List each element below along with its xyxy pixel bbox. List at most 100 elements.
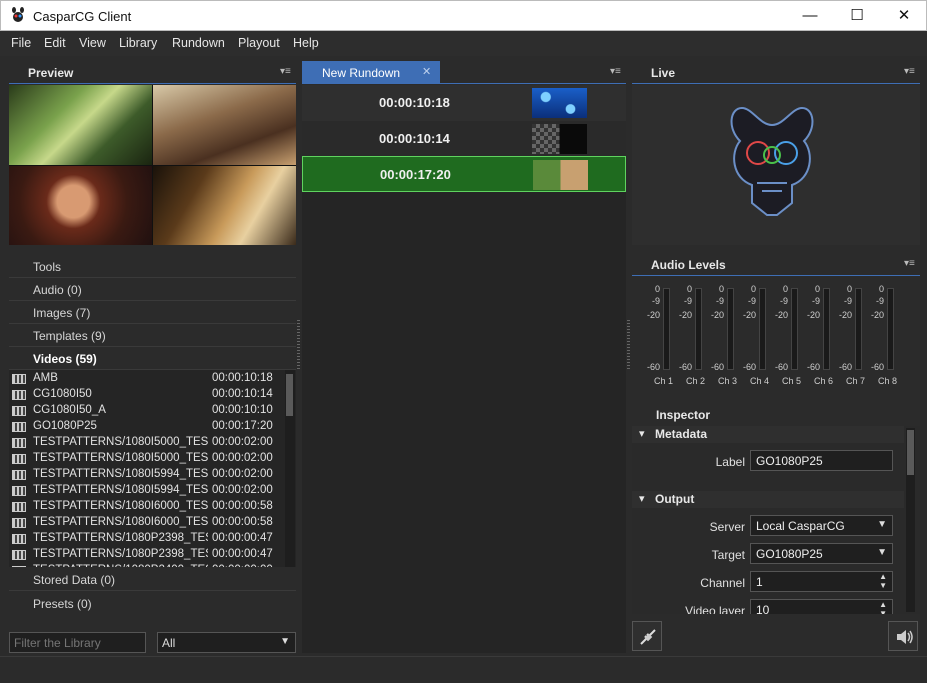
video-name: TESTPATTERNS/1080I6000_TEST... (33, 516, 208, 528)
video-list-item[interactable]: TESTPATTERNS/1080I5000_TEST... 00:00:02:0… (9, 451, 284, 467)
video-list-item[interactable]: GO1080P25 00:00:17:20 (9, 419, 284, 435)
meter-bar (759, 288, 766, 370)
video-list-item[interactable]: TESTPATTERNS/1080P2398_TEST 00:00:00:47 (9, 531, 284, 547)
menu-edit[interactable]: Edit (44, 36, 66, 50)
library-filter-input[interactable] (9, 632, 146, 653)
tab-close-icon[interactable]: ✕ (422, 65, 431, 78)
maximize-button[interactable]: ☐ (834, 1, 880, 31)
inspector-scrollbar-thumb[interactable] (907, 430, 914, 475)
film-icon (12, 566, 26, 567)
server-select[interactable]: Local CasparCG ▼ (750, 515, 893, 536)
library-audio[interactable]: Audio (0) (9, 278, 296, 301)
meter-scale-label: -9 (811, 296, 820, 306)
video-list-item[interactable]: TESTPATTERNS/1080I6000_TEST... 00:00:00:5… (9, 515, 284, 531)
channel-label: Ch 8 (878, 376, 898, 386)
panel-menu-icon[interactable]: ▾≡ (610, 66, 621, 77)
library-videos[interactable]: Videos (59) (9, 347, 296, 370)
menu-playout[interactable]: Playout (238, 36, 280, 50)
library-tools[interactable]: Tools (9, 255, 296, 278)
meter-scale-label: -60 (678, 362, 692, 372)
meter-scale-label: 0 (686, 284, 692, 294)
video-list-item[interactable]: TESTPATTERNS/1080P2398_TES... 00:00:00:47 (9, 547, 284, 563)
menu-rundown[interactable]: Rundown (172, 36, 225, 50)
target-select[interactable]: GO1080P25 ▼ (750, 543, 893, 564)
title-bar: CasparCG Client — ☐ ✕ (0, 0, 927, 31)
metadata-section[interactable]: ▾ Metadata (632, 426, 904, 443)
label-input[interactable]: GO1080P25 (750, 450, 893, 471)
video-list-item[interactable]: TESTPATTERNS/1080I5000_TEST 00:00:02:00 (9, 435, 284, 451)
library-images[interactable]: Images (7) (9, 301, 296, 324)
library-templates[interactable]: Templates (9) (9, 324, 296, 347)
panel-menu-icon[interactable]: ▾≡ (280, 66, 291, 77)
meter-scale-label: 0 (878, 284, 884, 294)
audio-meter: 0 -9 -20 -60 (834, 284, 866, 374)
splitter-left[interactable] (297, 320, 300, 370)
video-name: TESTPATTERNS/1080I5994_TEST... (33, 484, 208, 496)
channel-label: Ch 2 (686, 376, 706, 386)
chevron-down-icon: ▼ (877, 519, 887, 530)
menu-file[interactable]: File (11, 36, 31, 50)
spin-arrows-icon[interactable]: ▲ ▼ (879, 572, 887, 590)
preview-quad-4 (153, 166, 296, 245)
video-list-item[interactable]: CG1080I50_A 00:00:10:10 (9, 403, 284, 419)
meter-scale-label: -20 (870, 310, 884, 320)
video-name: TESTPATTERNS/1080P2400_TEST (33, 564, 208, 567)
minimize-button[interactable]: — (787, 1, 833, 31)
meter-scale-label: -20 (838, 310, 852, 320)
video-duration: 00:00:10:18 (212, 372, 273, 384)
video-list-item[interactable]: AMB 00:00:10:18 (9, 371, 284, 387)
panel-menu-icon[interactable]: ▾≡ (904, 258, 915, 269)
audio-levels-header: Audio Levels ▾≡ (632, 252, 920, 276)
meter-bar (727, 288, 734, 370)
meter-bar (663, 288, 670, 370)
layer-spinbox[interactable]: 10 ▲ ▼ (750, 599, 893, 614)
status-bar (0, 656, 927, 683)
menu-library[interactable]: Library (119, 36, 157, 50)
video-name: AMB (33, 372, 58, 384)
audio-mute-button[interactable] (888, 621, 918, 651)
chevron-down-icon: ▼ (877, 547, 887, 558)
menu-view[interactable]: View (79, 36, 106, 50)
spin-arrows-icon[interactable]: ▲ ▼ (879, 600, 887, 614)
meter-scale-label: -9 (715, 296, 724, 306)
menu-help[interactable]: Help (293, 36, 319, 50)
video-duration: 00:00:00:00 (212, 564, 273, 567)
library-presets[interactable]: Presets (0) (9, 592, 296, 615)
video-duration: 00:00:02:00 (212, 452, 273, 464)
meter-scale-label: 0 (654, 284, 660, 294)
preview-quad-2 (153, 85, 296, 165)
rundown-item[interactable]: 00:00:10:14 (302, 121, 626, 157)
film-icon (12, 406, 26, 416)
film-icon (12, 502, 26, 512)
tab-new-rundown[interactable]: New Rundown ✕ (302, 61, 440, 83)
chevron-down-icon: ▾ (639, 493, 645, 505)
close-button[interactable]: ✕ (881, 1, 927, 31)
channel-spinbox[interactable]: 1 ▲ ▼ (750, 571, 893, 592)
chevron-down-icon: ▼ (280, 636, 290, 647)
layer-row-clip: Video layer 10 ▲ ▼ (632, 596, 904, 614)
panel-menu-icon[interactable]: ▾≡ (904, 66, 915, 77)
meter-scale-label: -60 (646, 362, 660, 372)
meter-scale-label: 0 (750, 284, 756, 294)
video-list-item[interactable]: TESTPATTERNS/1080I5994_TEST 00:00:02:00 (9, 467, 284, 483)
splitter-right[interactable] (627, 320, 630, 370)
window-title: CasparCG Client (33, 9, 132, 24)
server-caption: Server (709, 520, 745, 534)
audio-meter: 0 -9 -20 -60 (738, 284, 770, 374)
video-list-item[interactable]: TESTPATTERNS/1080I5994_TEST... 00:00:02:0… (9, 483, 284, 499)
output-section[interactable]: ▾ Output (632, 491, 904, 508)
video-list-item[interactable]: TESTPATTERNS/1080I6000_TEST 00:00:00:58 (9, 499, 284, 515)
scrollbar-thumb[interactable] (286, 374, 293, 416)
audio-meter: 0 -9 -20 -60 (866, 284, 898, 374)
rundown-item-selected[interactable]: 00:00:17:20 (302, 156, 626, 192)
meter-scale-label: -60 (774, 362, 788, 372)
meter-scale-label: -60 (742, 362, 756, 372)
video-duration: 00:00:00:47 (212, 532, 273, 544)
library-filter-type-select[interactable]: All ▼ (157, 632, 296, 653)
disconnect-button[interactable] (632, 621, 662, 651)
library-stored-data[interactable]: Stored Data (0) (9, 568, 296, 591)
video-name: TESTPATTERNS/1080P2398_TEST (33, 532, 208, 544)
rundown-item[interactable]: 00:00:10:18 (302, 85, 626, 121)
video-list-item[interactable]: CG1080I50 00:00:10:14 (9, 387, 284, 403)
video-list-item[interactable]: TESTPATTERNS/1080P2400_TEST 00:00:00:00 (9, 563, 284, 567)
